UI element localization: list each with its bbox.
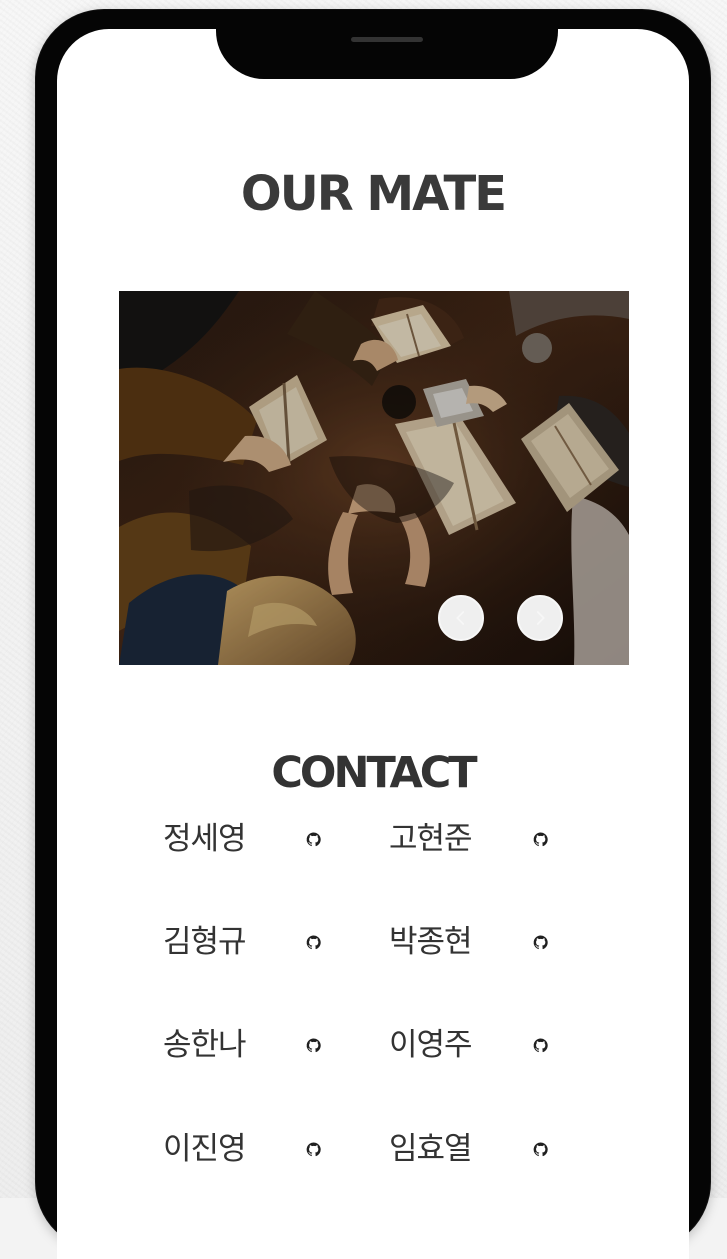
github-icon[interactable] bbox=[304, 1036, 323, 1055]
contact-name-5: 송한나 bbox=[163, 1027, 247, 1063]
contact-item-5[interactable]: 송한나 bbox=[163, 1020, 373, 1070]
github-icon[interactable] bbox=[304, 1140, 323, 1159]
contact-name-3: 김형규 bbox=[163, 924, 247, 960]
contact-name-1: 정세영 bbox=[163, 821, 247, 857]
contact-name-6: 이영주 bbox=[389, 1027, 473, 1063]
github-icon[interactable] bbox=[531, 933, 550, 952]
contact-grid: 정세영 고현준 김형규 박종현 송한나 이영주 이진영 임효열 bbox=[163, 814, 633, 1254]
contact-item-3[interactable]: 김형규 bbox=[163, 917, 373, 967]
contact-name-7: 이진영 bbox=[163, 1131, 247, 1167]
github-icon[interactable] bbox=[304, 830, 323, 849]
phone-frame: OUR MATE CONTACT 정세영 고현준 김형규 박종현 송한나 이영주… bbox=[36, 10, 710, 1259]
contact-name-2: 고현준 bbox=[389, 821, 473, 857]
contact-name-8: 임효열 bbox=[389, 1131, 473, 1167]
phone-notch bbox=[216, 29, 558, 79]
contact-title: CONTACT bbox=[271, 747, 477, 798]
chevron-left-icon bbox=[456, 611, 465, 625]
our-mate-title: OUR MATE bbox=[240, 166, 507, 223]
image-slider[interactable] bbox=[119, 291, 629, 665]
github-icon[interactable] bbox=[531, 830, 550, 849]
phone-screen: OUR MATE CONTACT 정세영 고현준 김형규 박종현 송한나 이영주… bbox=[57, 29, 689, 1259]
contact-item-1[interactable]: 정세영 bbox=[163, 814, 373, 864]
contact-item-4[interactable]: 박종현 bbox=[389, 917, 599, 967]
chevron-right-icon bbox=[536, 611, 545, 625]
speaker-grille bbox=[351, 37, 423, 42]
slider-prev-button[interactable] bbox=[438, 595, 484, 641]
contact-item-6[interactable]: 이영주 bbox=[389, 1020, 599, 1070]
contact-item-8[interactable]: 임효열 bbox=[389, 1124, 599, 1174]
github-icon[interactable] bbox=[531, 1036, 550, 1055]
github-icon[interactable] bbox=[531, 1140, 550, 1159]
slider-next-button[interactable] bbox=[517, 595, 563, 641]
github-icon[interactable] bbox=[304, 933, 323, 952]
contact-item-7[interactable]: 이진영 bbox=[163, 1124, 373, 1174]
contact-name-4: 박종현 bbox=[389, 924, 473, 960]
contact-item-2[interactable]: 고현준 bbox=[389, 814, 599, 864]
